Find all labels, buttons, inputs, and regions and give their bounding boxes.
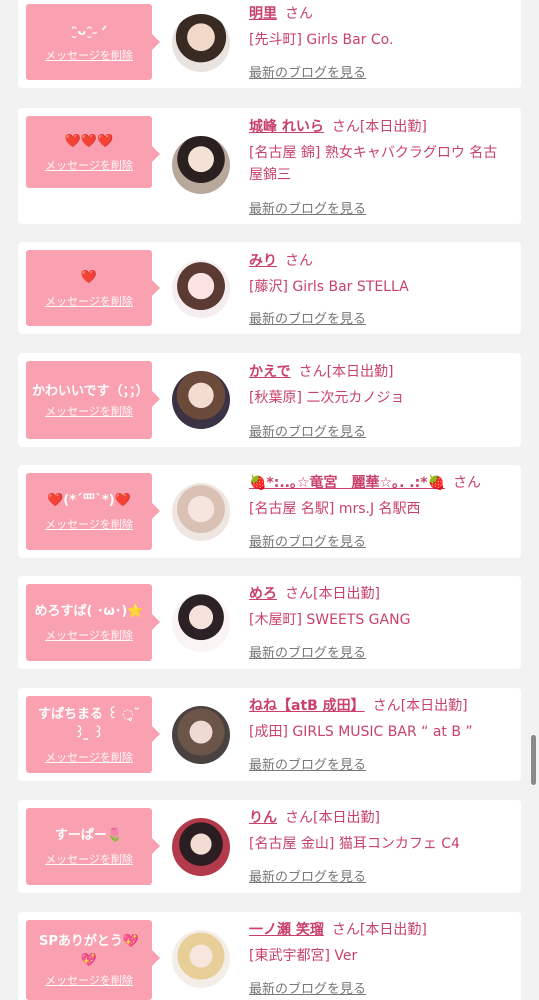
honorific: さん xyxy=(331,119,360,135)
avatar[interactable] xyxy=(172,594,230,652)
list-item: かわいいです（；；） メッセージを削除 かえで さん[本日出勤] [秋葉原] 二次… xyxy=(18,353,521,447)
avatar[interactable] xyxy=(172,260,230,318)
message-text: ❤️❤️❤️ xyxy=(64,133,114,149)
latest-blog-link[interactable]: 最新のブログを見る xyxy=(249,198,366,217)
list-item: めろすぱ( ･ω･)⭐️ メッセージを削除 めろ さん[本日出勤] [木屋町] S… xyxy=(18,576,521,669)
latest-blog-link[interactable]: 最新のブログを見る xyxy=(249,754,366,773)
message-text: かわいいです（；；） xyxy=(32,383,149,399)
message-bubble: ❤️ メッセージを削除 xyxy=(26,250,160,326)
delete-message-link[interactable]: メッセージを削除 xyxy=(45,157,133,173)
status-badge: [本日出勤] xyxy=(359,922,427,938)
cast-name-link[interactable]: かえで xyxy=(249,364,291,380)
cast-name-link[interactable]: ねね【atB 成田】 xyxy=(249,698,365,714)
avatar[interactable] xyxy=(172,930,230,988)
status-badge: [本日出勤] xyxy=(359,119,427,135)
latest-blog-link[interactable]: 最新のブログを見る xyxy=(249,308,366,327)
message-text: ❤️ xyxy=(80,269,98,285)
shop-info: [名古屋 名駅] mrs.J 名駅西 xyxy=(249,501,421,517)
cast-name-link[interactable]: 城峰 れいら xyxy=(249,119,324,135)
delete-message-link[interactable]: メッセージを削除 xyxy=(45,627,133,643)
message-bubble: ❤️❤️❤️ メッセージを削除 xyxy=(26,116,160,188)
honorific: さん xyxy=(372,698,401,714)
honorific: さん xyxy=(285,810,313,826)
status-badge: [本日出勤] xyxy=(313,586,380,602)
status-badge: [本日出勤] xyxy=(326,364,394,380)
honorific: さん xyxy=(331,922,360,938)
message-bubble: すーぱー🌷 メッセージを削除 xyxy=(26,808,160,885)
shop-info: [藤沢] Girls Bar STELLA xyxy=(249,279,409,295)
latest-blog-link[interactable]: 最新のブログを見る xyxy=(249,866,366,885)
shop-info: [東武宇都宮] Ver xyxy=(249,948,358,964)
message-bubble: めろすぱ( ･ω･)⭐️ メッセージを削除 xyxy=(26,584,160,661)
latest-blog-link[interactable]: 最新のブログを見る xyxy=(249,421,366,440)
message-bubble: かわいいです（；；） メッセージを削除 xyxy=(26,361,160,439)
latest-blog-link[interactable]: 最新のブログを見る xyxy=(249,642,366,661)
honorific: さん xyxy=(285,586,313,602)
cast-name-link[interactable]: みり xyxy=(249,253,277,269)
avatar[interactable] xyxy=(172,371,230,429)
delete-message-link[interactable]: メッセージを削除 xyxy=(45,403,133,419)
list-item: ❤️ メッセージを削除 みり さん [藤沢] Girls Bar STELLA 最… xyxy=(18,242,521,334)
message-list: ᵔ̮ᴗᵔ̮˶ ᐟ メッセージを削除 明里 さん [先斗町] Girls Bar C… xyxy=(0,0,539,1000)
latest-blog-link[interactable]: 最新のブログを見る xyxy=(249,531,366,550)
list-item: すーぱー🌷 メッセージを削除 りん さん[本日出勤] [名古屋 金山] 猫耳コンカ… xyxy=(18,800,521,893)
list-item: SPありがとう💖💖 メッセージを削除 一ノ瀬 笑瑠 さん[本日出勤] [東武宇都宮… xyxy=(18,912,521,1000)
message-bubble: すぱちまる‪ ꒰ ◌̥˘ ꒱ ̫ ꒱ メッセージを削除 xyxy=(26,696,160,773)
delete-message-link[interactable]: メッセージを削除 xyxy=(45,972,133,988)
avatar[interactable] xyxy=(172,136,230,194)
list-item: すぱちまる‪ ꒰ ◌̥˘ ꒱ ̫ ꒱ メッセージを削除 ねね【atB 成田】 さん… xyxy=(18,688,521,781)
avatar[interactable] xyxy=(172,818,230,876)
cast-name-link[interactable]: 一ノ瀬 笑瑠 xyxy=(249,922,324,938)
list-item: ❤️❤️❤️ メッセージを削除 城峰 れいら さん[本日出勤] [名古屋 錦] 熟… xyxy=(18,108,521,224)
avatar[interactable] xyxy=(172,706,230,764)
message-text: SPありがとう💖💖 xyxy=(38,934,140,968)
honorific: さん xyxy=(452,475,481,491)
honorific: さん xyxy=(285,253,313,269)
status-badge: [本日出勤] xyxy=(400,698,468,714)
scrollbar[interactable] xyxy=(531,735,536,785)
honorific: さん xyxy=(298,364,327,380)
shop-info: [木屋町] SWEETS GANG xyxy=(249,612,411,628)
status-badge: [本日出勤] xyxy=(313,810,380,826)
shop-info: [先斗町] Girls Bar Co. xyxy=(249,32,394,48)
latest-blog-link[interactable]: 最新のブログを見る xyxy=(249,978,366,997)
message-text: すーぱー🌷 xyxy=(54,828,124,843)
cast-name-link[interactable]: りん xyxy=(249,810,277,826)
delete-message-link[interactable]: メッセージを削除 xyxy=(45,293,133,309)
message-bubble: ❤️(*´罒`*)❤️ メッセージを削除 xyxy=(26,473,160,550)
message-text: めろすぱ( ･ω･)⭐️ xyxy=(34,604,144,619)
message-text: すぱちまる‪ ꒰ ◌̥˘ ꒱ ̫ ꒱ xyxy=(37,706,141,741)
list-item: ᵔ̮ᴗᵔ̮˶ ᐟ メッセージを削除 明里 さん [先斗町] Girls Bar C… xyxy=(18,0,521,88)
cast-name-link[interactable]: めろ xyxy=(249,586,277,602)
cast-name-link[interactable]: 🍓*:..｡☆竜宮 麗華☆｡. .:*🍓 xyxy=(249,475,445,491)
shop-info: [名古屋 金山] 猫耳コンカフェ C4 xyxy=(249,836,460,852)
avatar[interactable] xyxy=(172,14,230,72)
list-item: ❤️(*´罒`*)❤️ メッセージを削除 🍓*:..｡☆竜宮 麗華☆｡. .:*… xyxy=(18,465,521,558)
message-bubble: ᵔ̮ᴗᵔ̮˶ ᐟ メッセージを削除 xyxy=(26,4,160,80)
shop-info: [成田] GIRLS MUSIC BAR “ at B ” xyxy=(249,724,473,740)
latest-blog-link[interactable]: 最新のブログを見る xyxy=(249,62,366,81)
message-bubble: SPありがとう💖💖 メッセージを削除 xyxy=(26,920,160,1000)
message-text: ᵔ̮ᴗᵔ̮˶ ᐟ xyxy=(71,23,107,39)
shop-info: [名古屋 錦] 熟女キャバクラグロウ 名古屋錦三 xyxy=(249,145,498,183)
cast-name-link[interactable]: 明里 xyxy=(249,6,277,22)
message-text: ❤️(*´罒`*)❤️ xyxy=(47,493,131,508)
delete-message-link[interactable]: メッセージを削除 xyxy=(45,851,133,867)
avatar[interactable] xyxy=(172,483,230,541)
delete-message-link[interactable]: メッセージを削除 xyxy=(45,516,133,532)
honorific: さん xyxy=(285,6,313,22)
delete-message-link[interactable]: メッセージを削除 xyxy=(45,749,133,765)
shop-info: [秋葉原] 二次元カノジョ xyxy=(249,390,405,406)
delete-message-link[interactable]: メッセージを削除 xyxy=(45,47,133,63)
